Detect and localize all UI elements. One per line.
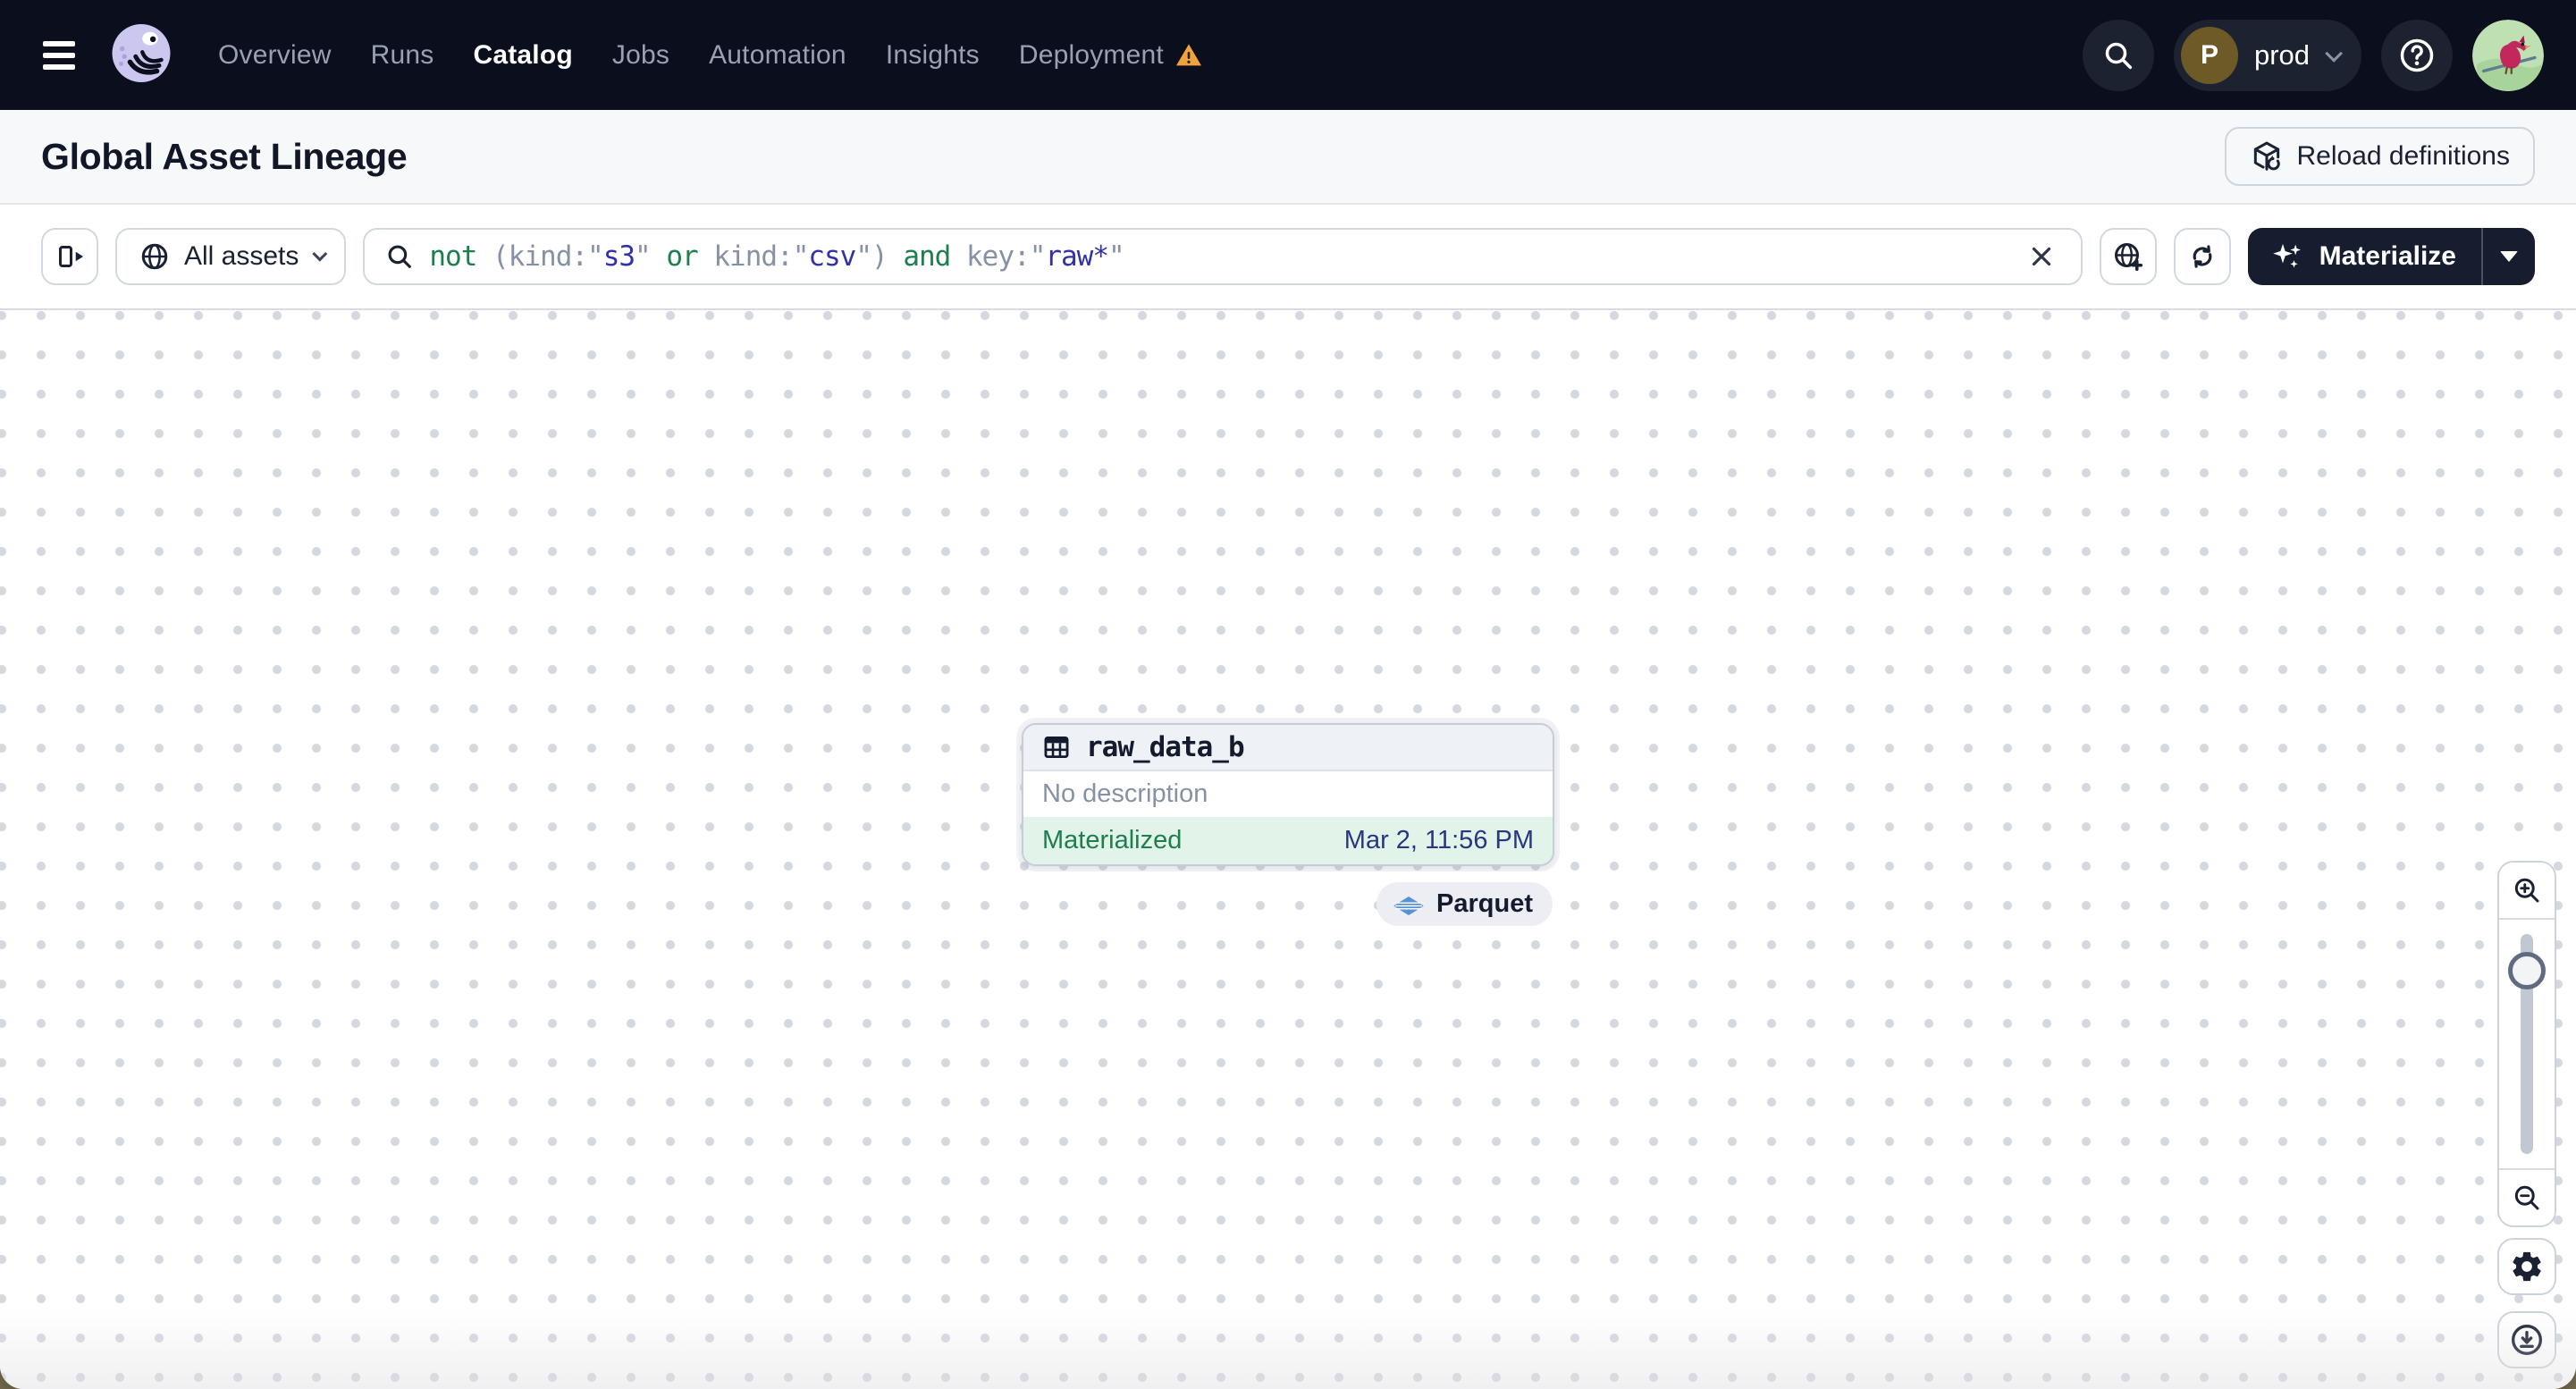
query-token-field [651,240,667,273]
query-token-field: (kind: [492,240,588,273]
caret-down-icon [2500,251,2518,262]
reload-definitions-label: Reload definitions [2296,141,2511,171]
zoom-slider [2499,920,2555,1168]
search-icon [388,245,412,268]
title-bar: Global Asset Lineage Reload definitions [0,110,2576,205]
query-token-quote: " [635,240,652,273]
gear-icon [2513,1251,2541,1282]
lineage-toolbar: All assets not (kind:"s3" or kind:"csv")… [0,205,2576,310]
globe-icon [141,243,168,270]
chevron-down-icon [312,246,328,262]
search-button[interactable] [2082,19,2154,91]
asset-name: raw_data_b [1086,731,1245,763]
kind-label: Parquet [1436,889,1533,918]
app-window: Overview Runs Catalog Jobs Automation Insight… [0,0,2576,1389]
asset-scope-label: All assets [184,241,299,271]
search-icon [2105,42,2133,69]
zoom-in-button[interactable] [2499,863,2555,918]
refresh-button[interactable] [2173,228,2231,285]
user-avatar[interactable] [2472,19,2544,91]
nav-item-catalog[interactable]: Catalog [473,40,572,71]
deployment-switcher[interactable]: P prod [2173,19,2361,91]
query-token-quote: " [1108,240,1125,273]
asset-selection-query[interactable]: not (kind:"s3" or kind:"csv") and key:"r… [429,240,2007,273]
download-graph-button[interactable] [2497,1311,2556,1368]
query-token-keyword: and [903,240,951,273]
materialize-button[interactable]: Materialize [2248,228,2481,285]
view-full-graph-button[interactable] [2099,228,2157,285]
query-token-quote: " [1029,240,1047,273]
nav-item-overview[interactable]: Overview [218,40,332,71]
query-token-value: s3 [602,240,636,273]
query-token-quote: " [587,240,604,273]
warning-icon [1175,43,1201,65]
help-icon [2400,38,2434,72]
deployment-avatar: P [2180,26,2238,84]
nav-item-jobs[interactable]: Jobs [612,40,669,71]
status-badge: Materialized [1042,826,1183,854]
query-token-field: kind: [697,240,793,273]
query-token-value: csv [808,240,856,273]
panel-expand-icon [59,246,83,267]
query-token-field: ) [871,240,904,273]
asset-description: No description [1042,779,1208,808]
parquet-icon [1393,896,1424,915]
materialize-split-button: Materialize [2247,228,2535,285]
reload-definitions-button[interactable]: Reload definitions [2224,127,2535,186]
query-token-keyword: or [666,240,698,273]
help-button[interactable] [2381,19,2453,91]
zoom-out-button[interactable] [2499,1170,2555,1225]
dagster-logo-icon[interactable] [105,20,177,91]
query-token-value: raw* [1045,240,1109,273]
menu-icon[interactable] [43,40,75,70]
nav-item-deployment[interactable]: Deployment [1019,40,1203,71]
materialization-timestamp[interactable]: Mar 2, 11:56 PM [1344,826,1534,855]
table-icon [1044,736,1069,759]
nav-item-automation[interactable]: Automation [709,40,846,71]
top-nav: Overview Runs Catalog Jobs Automation Insight… [0,0,2576,110]
globe-plus-icon [2114,243,2142,272]
sparkles-icon [2272,243,2301,268]
deployment-name: prod [2253,38,2310,71]
asset-node[interactable]: raw_data_b No description Materialized M… [1022,723,1554,866]
page-title: Global Asset Lineage [41,135,408,177]
refresh-icon [2193,245,2211,268]
nav-item-insights[interactable]: Insights [886,40,980,71]
nav-right-cluster: P prod [2082,19,2544,91]
materialize-label: Materialize [2319,241,2456,271]
expand-panel-button[interactable] [41,228,98,285]
zoom-controls [2497,861,2556,1227]
chevron-down-icon [2325,44,2344,63]
asset-node-header: raw_data_b [1023,725,1553,771]
zoom-out-icon [2514,1185,2539,1210]
graph-settings-button[interactable] [2497,1238,2556,1295]
query-token-keyword: not [429,240,493,273]
asset-scope-dropdown[interactable]: All assets [115,228,347,285]
nav-item-runs[interactable]: Runs [371,40,434,71]
close-icon [2032,247,2050,266]
reload-definitions-icon [2253,141,2280,171]
zoom-in-icon [2514,878,2539,903]
zoom-slider-thumb[interactable] [2508,952,2546,989]
clear-search-button[interactable] [2022,237,2061,276]
download-icon [2512,1325,2542,1355]
nav-links: Overview Runs Catalog Jobs Automation Insight… [218,40,1203,71]
query-token-quote: " [792,240,810,273]
query-token-field: key: [950,240,1031,273]
query-token-quote: " [855,240,872,273]
asset-node-footer: Materialized Mar 2, 11:56 PM [1023,817,1553,864]
kind-badge-parquet[interactable]: Parquet [1376,882,1553,926]
lineage-canvas[interactable]: raw_data_b No description Materialized M… [0,310,2576,1389]
asset-search-input[interactable]: not (kind:"s3" or kind:"csv") and key:"r… [363,228,2083,285]
materialize-dropdown-button[interactable] [2483,228,2535,285]
